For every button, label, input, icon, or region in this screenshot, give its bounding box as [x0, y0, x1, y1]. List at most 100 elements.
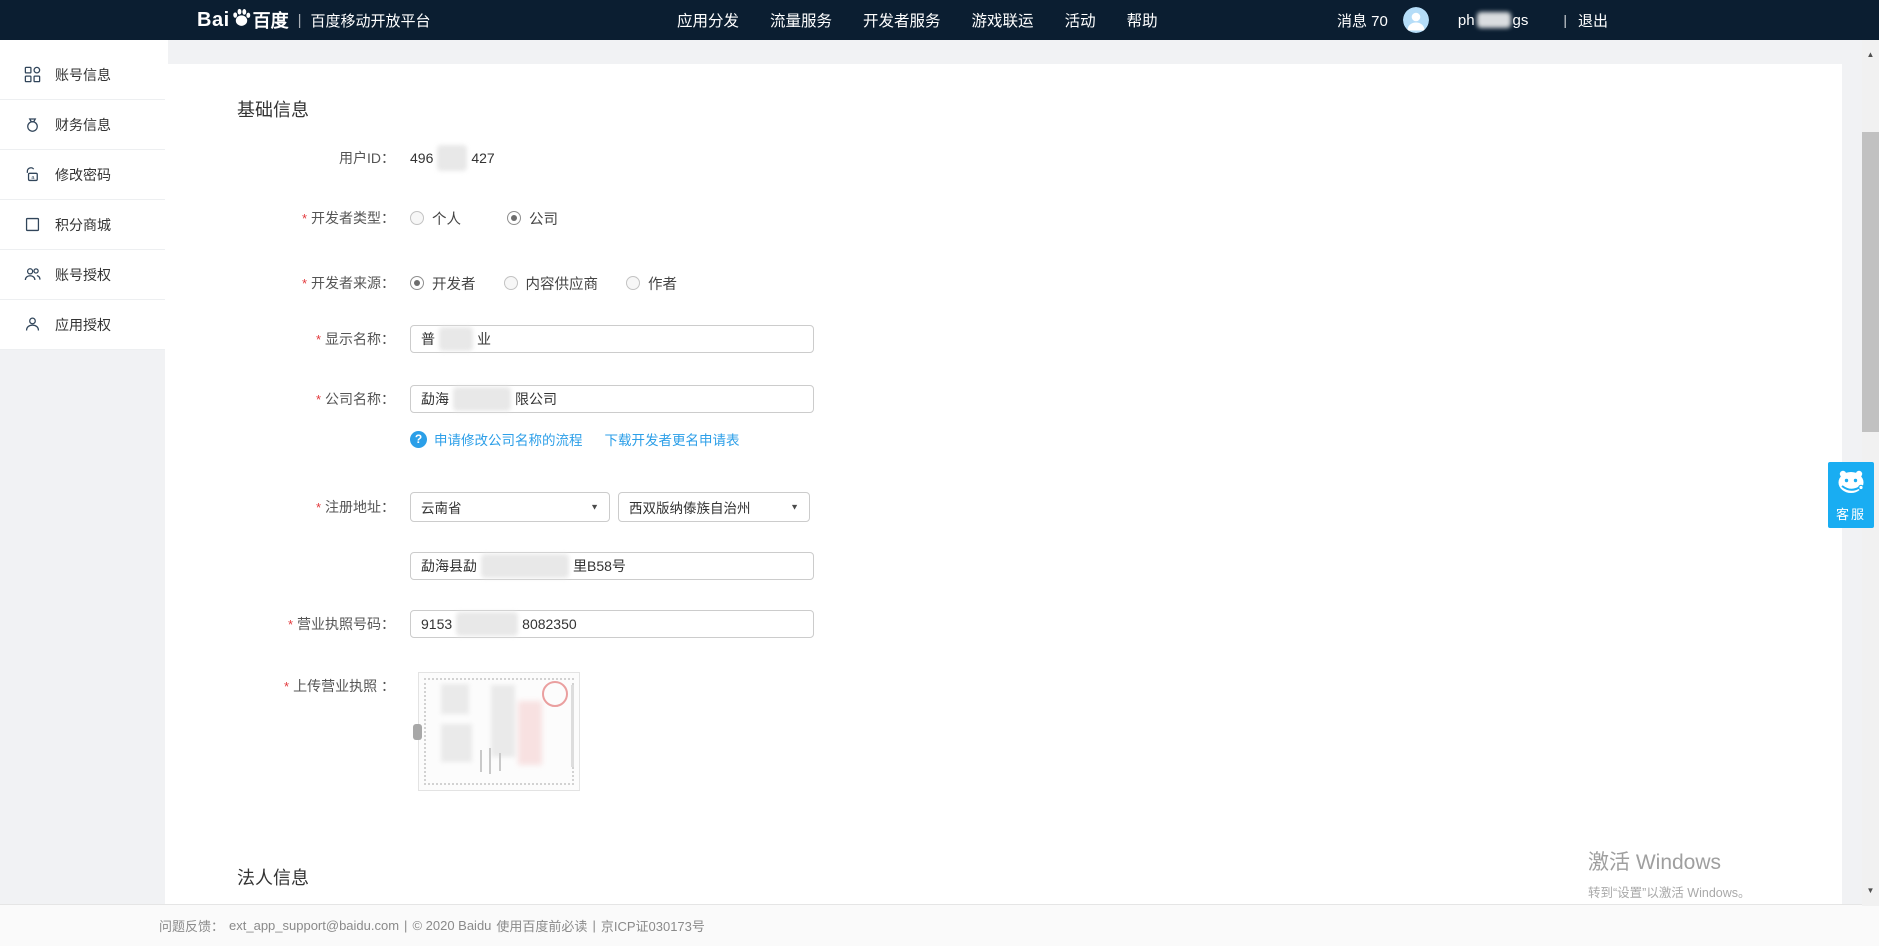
username-suffix: gs [1512, 11, 1529, 29]
sidebar-item-finance-info[interactable]: 财务信息 [0, 100, 168, 150]
section-title-legal-person: 法人信息 [237, 868, 309, 888]
sidebar-item-label: 财务信息 [55, 116, 111, 133]
redaction-blur [453, 387, 511, 411]
nav-item-app-distribution[interactable]: 应用分发 [677, 9, 739, 31]
footer-divider: | [404, 918, 408, 933]
sidebar-item-label: 账号信息 [55, 66, 111, 83]
redaction-blur [1476, 12, 1511, 28]
radio-personal[interactable] [410, 211, 424, 225]
messages-link[interactable]: 消息 70 [1337, 10, 1388, 31]
nav-item-game-union[interactable]: 游戏联运 [972, 9, 1034, 31]
account-info-panel: 基础信息 *用户ID： 496 427 *开发者类型： 个 [165, 64, 1842, 904]
field-row-display-name: * 显示名称： 普 业 [165, 324, 1822, 354]
city-select[interactable]: 西双版纳傣族自治州 ▼ [618, 492, 810, 522]
chevron-down-icon: ▼ [790, 502, 799, 512]
radio-option-developer[interactable]: 开发者 [410, 273, 476, 294]
avatar[interactable] [1402, 7, 1429, 33]
modify-company-name-link[interactable]: 申请修改公司名称的流程 [434, 429, 583, 449]
username[interactable]: ph gs [1458, 12, 1529, 29]
baidu-paw-icon [231, 7, 252, 28]
feedback-label: 问题反馈： [159, 919, 225, 934]
sidebar-item-label: 积分商城 [55, 216, 111, 233]
user-id-value: 496 427 [410, 145, 495, 171]
box-icon [23, 215, 42, 234]
field-row-company-name: * 公司名称： 勐海 限公司 [165, 384, 1822, 414]
users-icon [23, 265, 42, 284]
field-row-developer-type: * 开发者类型： 个人 公司 [165, 203, 1822, 233]
top-navbar: Bai 百度 | 百度移动开放平台 应用分发 流量服务 开发者服务 游戏联运 活… [0, 0, 1879, 40]
icp-number: 京ICP证030173号 [600, 919, 705, 934]
address-detail-input[interactable]: 勐海县勐 里B58号 [410, 552, 814, 580]
radio-developer[interactable] [410, 276, 424, 290]
question-icon[interactable]: ? [410, 430, 427, 448]
customer-service-button[interactable]: 客服 [1828, 462, 1874, 528]
sidebar-item-label: 账号授权 [55, 266, 111, 283]
section-title-basic-info: 基础信息 [237, 100, 309, 120]
radio-option-content-provider[interactable]: 内容供应商 [503, 273, 598, 294]
logo-divider: | [297, 11, 302, 29]
page-root: Bai 百度 | 百度移动开放平台 应用分发 流量服务 开发者服务 游戏联运 活… [0, 0, 1879, 946]
nav-item-help[interactable]: 帮助 [1127, 9, 1158, 31]
platform-title: 百度移动开放平台 [310, 12, 431, 30]
nav-item-traffic-service[interactable]: 流量服务 [770, 9, 832, 31]
main-nav: 应用分发 流量服务 开发者服务 游戏联运 活动 帮助 [677, 0, 1158, 40]
radio-company[interactable] [507, 211, 521, 225]
sidebar-item-change-password[interactable]: a 修改密码 [0, 150, 168, 200]
service-button-label: 客服 [1835, 507, 1866, 522]
radio-option-company[interactable]: 公司 [507, 208, 558, 229]
field-row-registered-address: * 注册地址： 云南省 ▼ 西双版纳傣族自治州 ▼ [165, 491, 1822, 523]
developer-type-label: * 开发者类型： [301, 209, 395, 226]
sidebar-item-account-info[interactable]: 账号信息 [0, 50, 168, 100]
nav-divider: | [1563, 12, 1568, 28]
sidebar-item-label: 应用授权 [55, 316, 111, 333]
chevron-down-icon: ▼ [590, 502, 599, 512]
license-number-input[interactable]: 9153 8082350 [410, 610, 814, 638]
redaction-blur [439, 327, 473, 351]
company-name-input[interactable]: 勐海 限公司 [410, 385, 814, 413]
redaction-blur [481, 554, 569, 578]
scroll-up-button[interactable]: ▲ [1862, 46, 1879, 63]
unlock-icon: a [23, 165, 42, 184]
field-row-user-id: *用户ID： 496 427 [165, 143, 1822, 173]
radio-content-provider[interactable] [503, 276, 518, 290]
sidebar: 账号信息 财务信息 a 修改密码 积分商城 账号授权 应用授权 [0, 40, 168, 350]
scroll-down-button[interactable]: ▼ [1862, 882, 1879, 899]
sidebar-item-app-authorization[interactable]: 应用授权 [0, 300, 168, 350]
nav-item-activity[interactable]: 活动 [1065, 9, 1096, 31]
grid-icon [23, 65, 42, 84]
company-name-label: * 公司名称： [315, 390, 395, 407]
username-prefix: ph [1457, 11, 1475, 29]
redaction-blur [437, 145, 468, 171]
display-name-label: * 显示名称： [315, 330, 395, 347]
sidebar-item-account-authorization[interactable]: 账号授权 [0, 250, 168, 300]
sidebar-item-points-mall[interactable]: 积分商城 [0, 200, 168, 250]
license-number-label: * 营业执照号码： [287, 615, 395, 632]
display-name-input[interactable]: 普 业 [410, 325, 814, 353]
province-select[interactable]: 云南省 ▼ [410, 492, 610, 522]
nav-item-developer-service[interactable]: 开发者服务 [863, 9, 941, 31]
user-icon [23, 315, 42, 334]
field-row-license-number: * 营业执照号码： 9153 8082350 [165, 609, 1822, 639]
footer-divider: | [592, 918, 596, 933]
page-footer: 问题反馈： ext_app_support@baidu.com | © 2020… [0, 904, 1879, 946]
field-row-address-detail: 勐海县勐 里B58号 [165, 551, 1822, 581]
logo-text-bai: Bai [197, 8, 230, 31]
developer-source-label: * 开发者来源： [301, 274, 395, 291]
field-row-license-upload: * 上传营业执照 ： [165, 672, 1822, 802]
scrollbar-thumb[interactable] [1862, 132, 1879, 432]
baidu-logo[interactable]: Bai 百度 | 百度移动开放平台 [197, 0, 431, 40]
radio-author[interactable] [626, 276, 640, 290]
registered-address-label: * 注册地址： [315, 498, 395, 515]
service-bear-icon [1835, 469, 1867, 501]
must-read-link[interactable]: 使用百度前必读 [496, 916, 587, 935]
redaction-blur [456, 612, 519, 636]
download-rename-form-link[interactable]: 下载开发者更名申请表 [605, 429, 740, 449]
radio-option-personal[interactable]: 个人 [410, 208, 461, 229]
copyright-text: © 2020 Baidu [412, 918, 492, 933]
license-upload-label: * 上传营业执照 ： [284, 678, 395, 694]
user-id-label: *用户ID： [339, 149, 395, 166]
logout-link[interactable]: 退出 [1578, 10, 1608, 31]
business-license-image[interactable] [413, 672, 580, 791]
ring-icon [23, 115, 42, 134]
radio-option-author[interactable]: 作者 [626, 273, 677, 294]
